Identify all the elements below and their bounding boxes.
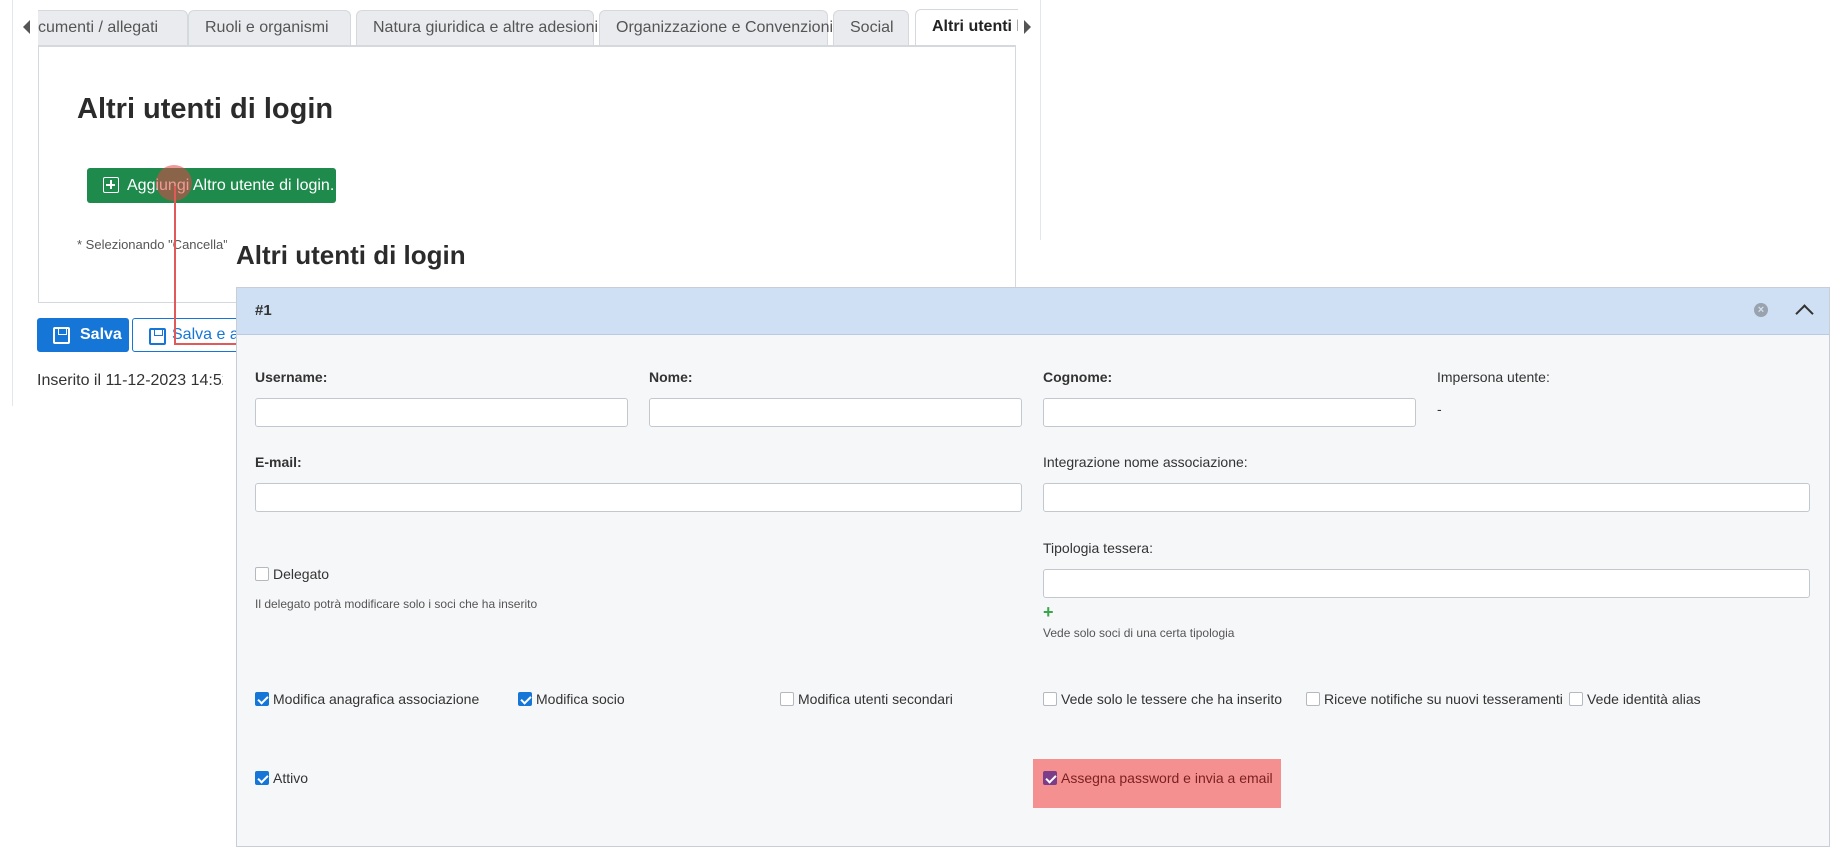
delegato-checkbox[interactable]: Delegato: [255, 566, 329, 582]
chevron-up-icon[interactable]: [1795, 304, 1814, 323]
perm-riceve-notifiche-box[interactable]: [1306, 692, 1320, 706]
tab-natura-giuridica[interactable]: Natura giuridica e altre adesioni: [356, 10, 598, 46]
page-border-left: [12, 0, 13, 406]
email-input[interactable]: [255, 483, 1022, 512]
tabs-scroll-right-icon[interactable]: [1024, 20, 1031, 34]
attivo-box[interactable]: [255, 771, 269, 785]
nome-label: Nome:: [649, 369, 693, 385]
perm-riceve-notifiche[interactable]: Riceve notifiche su nuovi tesseramenti: [1306, 691, 1563, 707]
add-login-user-button[interactable]: Aggiungi Altro utente di login.: [87, 168, 336, 203]
section-title: Altri utenti di login: [77, 93, 334, 125]
tipologia-input[interactable]: [1043, 569, 1810, 598]
tab-ruoli-organismi[interactable]: Ruoli e organismi: [188, 10, 351, 46]
perm-modifica-utenti-secondari[interactable]: Modifica utenti secondari: [780, 691, 953, 707]
integrazione-input[interactable]: [1043, 483, 1810, 512]
perm-modifica-utenti-secondari-box[interactable]: [780, 692, 794, 706]
tab-documenti-allegati[interactable]: cumenti / allegati: [38, 10, 188, 46]
perm-vede-identita-alias-box[interactable]: [1569, 692, 1583, 706]
perm-vede-solo-tessere[interactable]: Vede solo le tessere che ha inserito: [1043, 691, 1282, 707]
perm-modifica-anagrafica-box[interactable]: [255, 692, 269, 706]
email-label: E-mail:: [255, 454, 302, 470]
perm-vede-solo-tessere-box[interactable]: [1043, 692, 1057, 706]
cognome-input[interactable]: [1043, 398, 1416, 427]
cognome-label: Cognome:: [1043, 369, 1113, 385]
delegato-box[interactable]: [255, 567, 269, 581]
tipologia-label: Tipologia tessera:: [1043, 540, 1153, 556]
connector-line-vertical: [174, 186, 176, 344]
perm-modifica-socio-box[interactable]: [518, 692, 532, 706]
card-header[interactable]: #1 ×: [237, 288, 1829, 335]
tabs-scroll-left-icon[interactable]: [23, 20, 30, 34]
add-tipologia-icon[interactable]: +: [1043, 603, 1054, 621]
perm-modifica-socio[interactable]: Modifica socio: [518, 691, 625, 707]
delegato-help: Il delegato potrà modificare solo i soci…: [255, 597, 538, 611]
cancel-note: * Selezionando "Cancella": [77, 237, 227, 252]
inserted-timestamp: Inserito il 11-12-2023 14:52:5: [37, 372, 223, 389]
attivo-checkbox[interactable]: Attivo: [255, 770, 308, 786]
tab-altri-utenti-login[interactable]: Altri utenti login: [915, 9, 1018, 46]
perm-vede-identita-alias[interactable]: Vede identità alias: [1569, 691, 1701, 707]
floppy-disk-icon: [53, 327, 70, 344]
plus-square-icon: [103, 177, 119, 193]
tabs-bar: cumenti / allegati Ruoli e organismi Nat…: [18, 8, 1042, 46]
floppy-disk-icon: [149, 328, 166, 345]
assegna-password-checkbox[interactable]: Assegna password e invia a email: [1043, 770, 1273, 786]
save-and-button[interactable]: Salva e a: [132, 318, 242, 352]
username-input[interactable]: [255, 398, 628, 427]
nome-input[interactable]: [649, 398, 1022, 427]
tab-organizzazione-convenzioni[interactable]: Organizzazione e Convenzioni: [599, 10, 833, 46]
assegna-password-box[interactable]: [1043, 771, 1057, 785]
username-label: Username:: [255, 369, 328, 385]
login-user-card: #1 × Username: Nome: Cognome: Impersona …: [236, 287, 1830, 847]
overlay-title: Altri utenti di login: [236, 240, 472, 271]
remove-circle-icon[interactable]: ×: [1754, 303, 1768, 317]
tab-strip: cumenti / allegati Ruoli e organismi Nat…: [38, 8, 1018, 46]
save-button[interactable]: Salva: [37, 318, 129, 352]
impersona-value: -: [1437, 401, 1442, 417]
integrazione-label: Integrazione nome associazione:: [1043, 454, 1248, 470]
card-number: #1: [255, 302, 272, 319]
impersona-label: Impersona utente:: [1437, 369, 1550, 385]
tab-social[interactable]: Social: [833, 10, 909, 46]
perm-modifica-anagrafica[interactable]: Modifica anagrafica associazione: [255, 691, 479, 707]
tipologia-help: Vede solo soci di una certa tipologia: [1043, 626, 1235, 640]
